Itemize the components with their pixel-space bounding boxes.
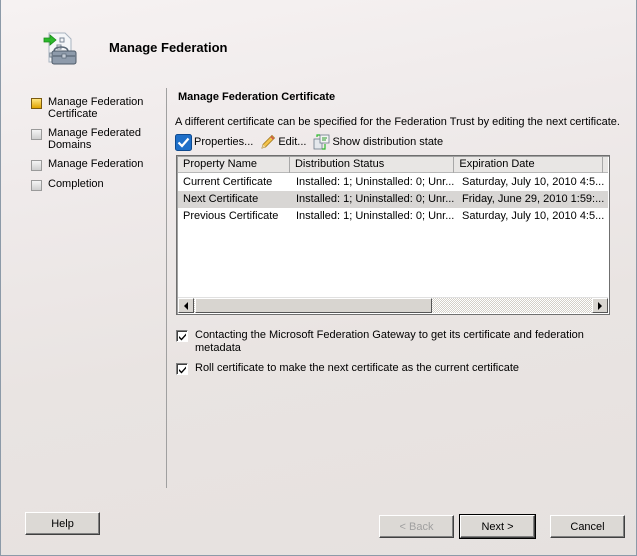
show-distribution-label: Show distribution state xyxy=(332,136,444,148)
cell-distribution-status: Installed: 1; Uninstalled: 0; Unr... xyxy=(296,193,455,205)
wizard-window: Manage Federation Manage Federation Cert… xyxy=(0,0,637,556)
cell-distribution-status: Installed: 1; Uninstalled: 0; Unr... xyxy=(296,176,455,188)
step-manage-federated-domains: Manage Federated Domains xyxy=(31,127,161,151)
federation-toolbox-icon xyxy=(41,30,79,68)
arrow-left-icon xyxy=(184,301,188,310)
table-row[interactable]: Previous Certificate Installed: 1; Unins… xyxy=(178,208,608,225)
cell-expiration-date: Saturday, July 10, 2010 4:5... xyxy=(462,176,605,188)
distribution-icon xyxy=(314,133,330,150)
back-button[interactable]: < Back xyxy=(379,515,454,538)
cancel-button[interactable]: Cancel xyxy=(550,515,625,538)
show-distribution-state-button[interactable]: Show distribution state xyxy=(313,133,444,151)
option-contact-gateway[interactable]: Contacting the Microsoft Federation Gate… xyxy=(176,329,596,355)
step-pending-icon xyxy=(31,129,42,140)
step-completion: Completion xyxy=(31,178,161,191)
scroll-thumb[interactable] xyxy=(195,298,432,313)
column-header-property-name[interactable]: Property Name xyxy=(178,157,290,173)
edit-button[interactable]: Edit... xyxy=(260,134,306,150)
contact-gateway-label: Contacting the Microsoft Federation Gate… xyxy=(195,329,584,354)
checkmark-icon xyxy=(178,333,186,340)
options-group: Contacting the Microsoft Federation Gate… xyxy=(176,329,596,382)
roll-certificate-checkbox[interactable] xyxy=(176,363,188,375)
table-row[interactable]: Next Certificate Installed: 1; Uninstall… xyxy=(178,191,608,208)
horizontal-scrollbar[interactable] xyxy=(178,297,608,313)
column-header-filler xyxy=(603,157,608,173)
step-active-icon xyxy=(31,98,42,109)
help-button[interactable]: Help xyxy=(25,512,100,535)
pencil-icon xyxy=(261,134,276,149)
cell-property-name: Previous Certificate xyxy=(183,210,279,222)
roll-certificate-label: Roll certificate to make the next certif… xyxy=(195,362,520,374)
checkmark-icon xyxy=(178,366,186,373)
table-row[interactable]: Current Certificate Installed: 1; Uninst… xyxy=(178,174,608,191)
step-manage-federation: Manage Federation xyxy=(31,158,161,171)
scroll-left-button[interactable] xyxy=(178,298,194,313)
arrow-right-icon xyxy=(598,301,602,310)
step-label: Manage Federation Certificate xyxy=(48,96,144,120)
column-header-distribution-status[interactable]: Distribution Status xyxy=(290,157,455,173)
cell-expiration-date: Friday, June 29, 2010 1:59:... xyxy=(462,193,605,205)
step-manage-federation-certificate: Manage Federation Certificate xyxy=(31,96,161,120)
cell-property-name: Next Certificate xyxy=(183,193,259,205)
column-header-expiration-date[interactable]: Expiration Date xyxy=(454,157,603,173)
properties-button[interactable]: Properties... xyxy=(175,133,254,151)
section-description: A different certificate can be specified… xyxy=(175,116,620,128)
certificate-grid: Property Name Distribution Status Expira… xyxy=(176,155,610,315)
page-title: Manage Federation xyxy=(109,40,228,55)
vertical-divider xyxy=(166,88,167,488)
next-button[interactable]: Next > xyxy=(459,514,536,539)
step-pending-icon xyxy=(31,160,42,171)
step-label: Manage Federation xyxy=(48,158,144,170)
properties-label: Properties... xyxy=(194,136,254,148)
properties-icon xyxy=(175,133,192,151)
cell-property-name: Current Certificate xyxy=(183,176,273,188)
contact-gateway-checkbox[interactable] xyxy=(176,330,188,342)
toolbar: Properties... Edit... Show distribution … xyxy=(175,133,450,151)
edit-label: Edit... xyxy=(278,136,307,148)
option-roll-certificate[interactable]: Roll certificate to make the next certif… xyxy=(176,362,596,375)
cell-distribution-status: Installed: 1; Uninstalled: 0; Unr... xyxy=(296,210,455,222)
step-pending-icon xyxy=(31,180,42,191)
cell-expiration-date: Saturday, July 10, 2010 4:5... xyxy=(462,210,605,222)
grid-header: Property Name Distribution Status Expira… xyxy=(178,157,608,173)
grid-rows: Current Certificate Installed: 1; Uninst… xyxy=(178,174,608,225)
wizard-steps: Manage Federation Certificate Manage Fed… xyxy=(31,96,161,198)
step-label: Completion xyxy=(48,178,104,190)
step-label: Manage Federated Domains xyxy=(48,127,141,151)
section-title: Manage Federation Certificate xyxy=(178,91,336,103)
scroll-right-button[interactable] xyxy=(592,298,608,313)
